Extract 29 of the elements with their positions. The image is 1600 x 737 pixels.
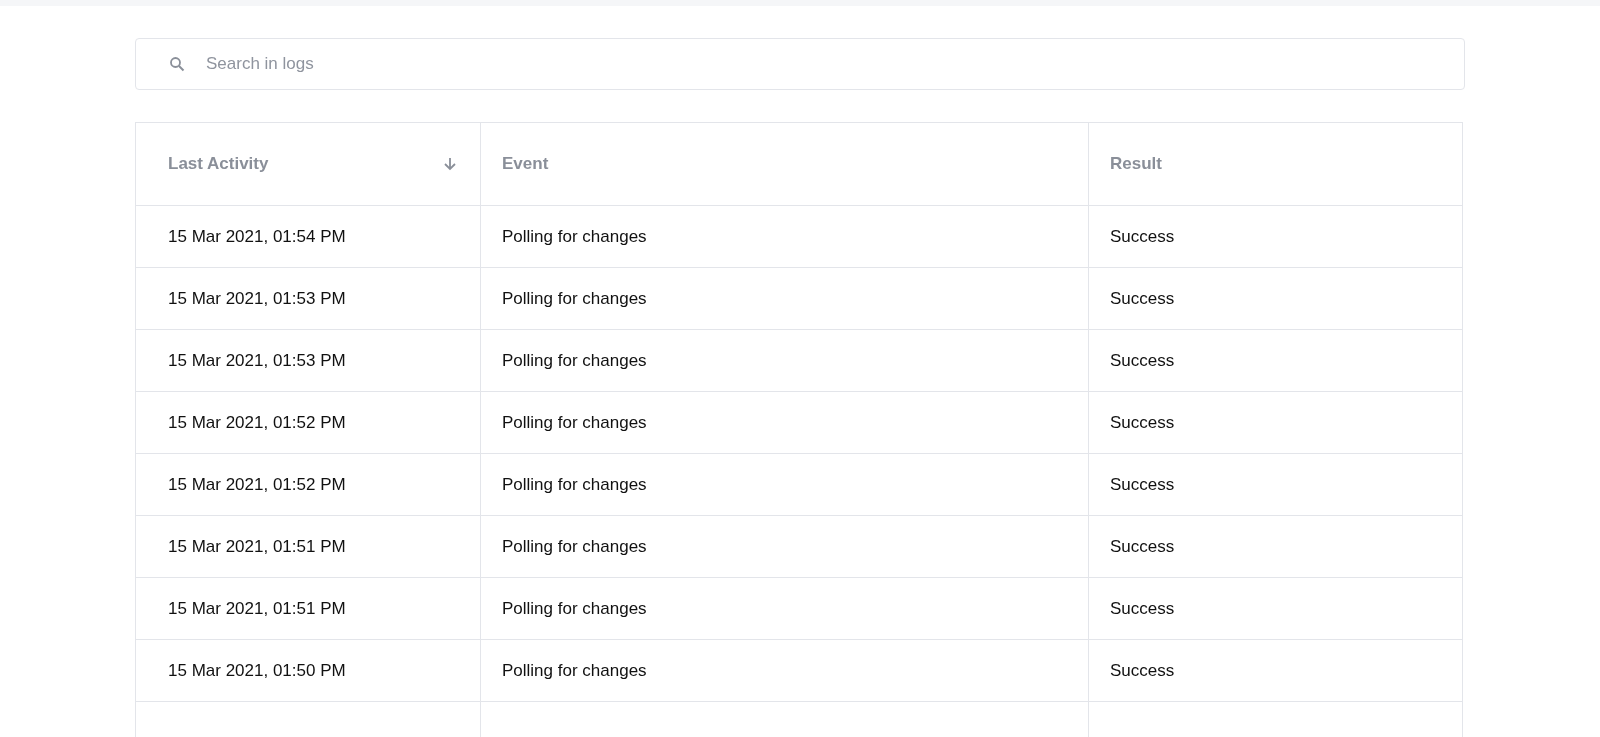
table-cell: Polling for changes <box>481 578 1089 639</box>
table-cell-text: Success <box>1109 349 1176 372</box>
search-icon <box>169 56 185 72</box>
table-cell: Polling for changes <box>481 516 1089 577</box>
search-field[interactable]: Search in logs <box>135 38 1465 90</box>
column-header[interactable]: Event <box>481 123 1089 205</box>
table-cell-text: Success <box>1109 473 1176 496</box>
table-cell: Polling for changes <box>481 454 1089 515</box>
table-cell: Polling for changes <box>481 330 1089 391</box>
table-cell: 15 Mar 2021, 01:52 PM <box>136 392 481 453</box>
table-cell: 15 Mar 2021, 01:50 PM <box>136 640 481 701</box>
table-cell: Polling for changes <box>481 392 1089 453</box>
table-cell: 15 Mar 2021, 01:51 PM <box>136 578 481 639</box>
table-cell-text: Success <box>1109 597 1176 620</box>
table-cell: 15 Mar 2021, 01:53 PM <box>136 330 481 391</box>
table-cell: 15 Mar 2021, 01:53 PM <box>136 268 481 329</box>
table-cell: Polling for changes <box>481 206 1089 267</box>
table-cell-text: Success <box>1109 287 1176 310</box>
table-cell: 15 Mar 2021, 01:54 PM <box>136 206 481 267</box>
table-cell: 15 Mar 2021, 01:51 PM <box>136 516 481 577</box>
column-header[interactable]: Last Activity <box>136 123 481 205</box>
table-cell-text: Success <box>1109 659 1176 682</box>
table-cell-text: Success <box>1109 225 1176 248</box>
column-header[interactable]: Result <box>1089 123 1462 205</box>
table-cell: 15 Mar 2021, 01:52 PM <box>136 454 481 515</box>
table-cell-text: Success <box>1109 411 1176 434</box>
table-cell-text: Success <box>1109 535 1176 558</box>
table-cell: Polling for changes <box>481 640 1089 701</box>
table-cell: Polling for changes <box>481 268 1089 329</box>
